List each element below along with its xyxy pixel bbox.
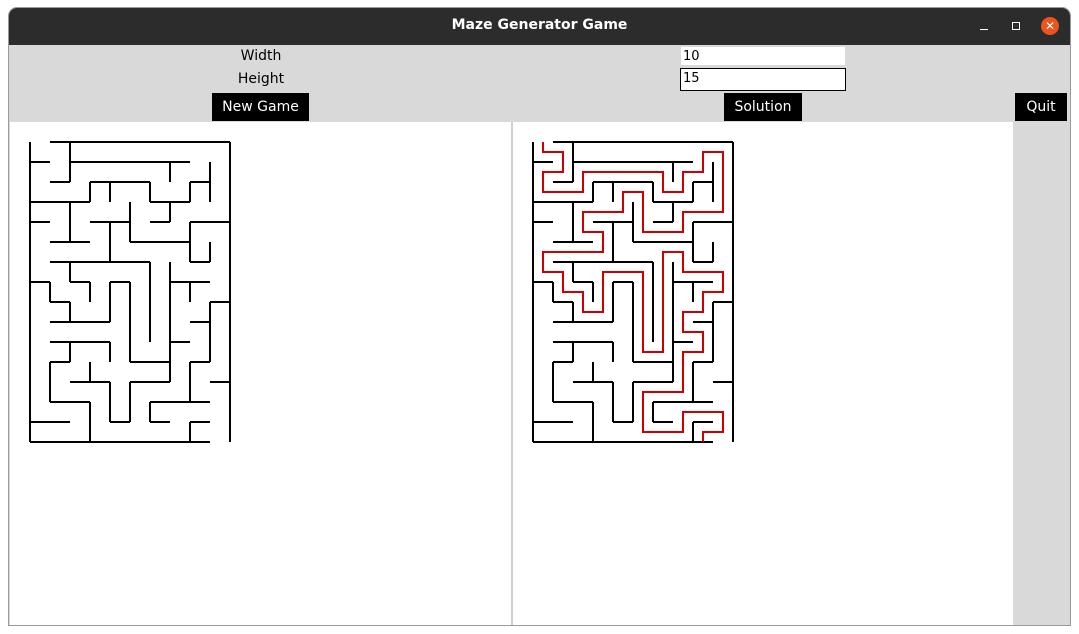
- height-field[interactable]: 15: [680, 68, 846, 91]
- maze-canvas[interactable]: [10, 122, 513, 625]
- maximize-button[interactable]: [1007, 17, 1025, 35]
- minimize-icon: [980, 29, 988, 30]
- maze-drawing: [29, 141, 231, 443]
- width-label: Width: [240, 48, 282, 64]
- solution-button[interactable]: Solution: [724, 93, 802, 121]
- close-icon: ✕: [1044, 19, 1056, 33]
- height-label: Height: [237, 71, 285, 87]
- solution-drawing: [532, 141, 734, 443]
- new-game-button[interactable]: New Game: [212, 93, 309, 121]
- app-window: Maze Generator Game ✕ Width Height 10 15…: [9, 8, 1070, 625]
- close-button[interactable]: ✕: [1041, 17, 1059, 35]
- quit-button[interactable]: Quit: [1015, 93, 1067, 121]
- title-bar[interactable]: Maze Generator Game ✕: [9, 8, 1070, 45]
- solution-canvas[interactable]: [513, 122, 1013, 625]
- minimize-button[interactable]: [975, 17, 993, 35]
- width-field[interactable]: 10: [680, 46, 846, 66]
- maximize-icon: [1012, 22, 1020, 30]
- window-title: Maze Generator Game: [451, 17, 628, 33]
